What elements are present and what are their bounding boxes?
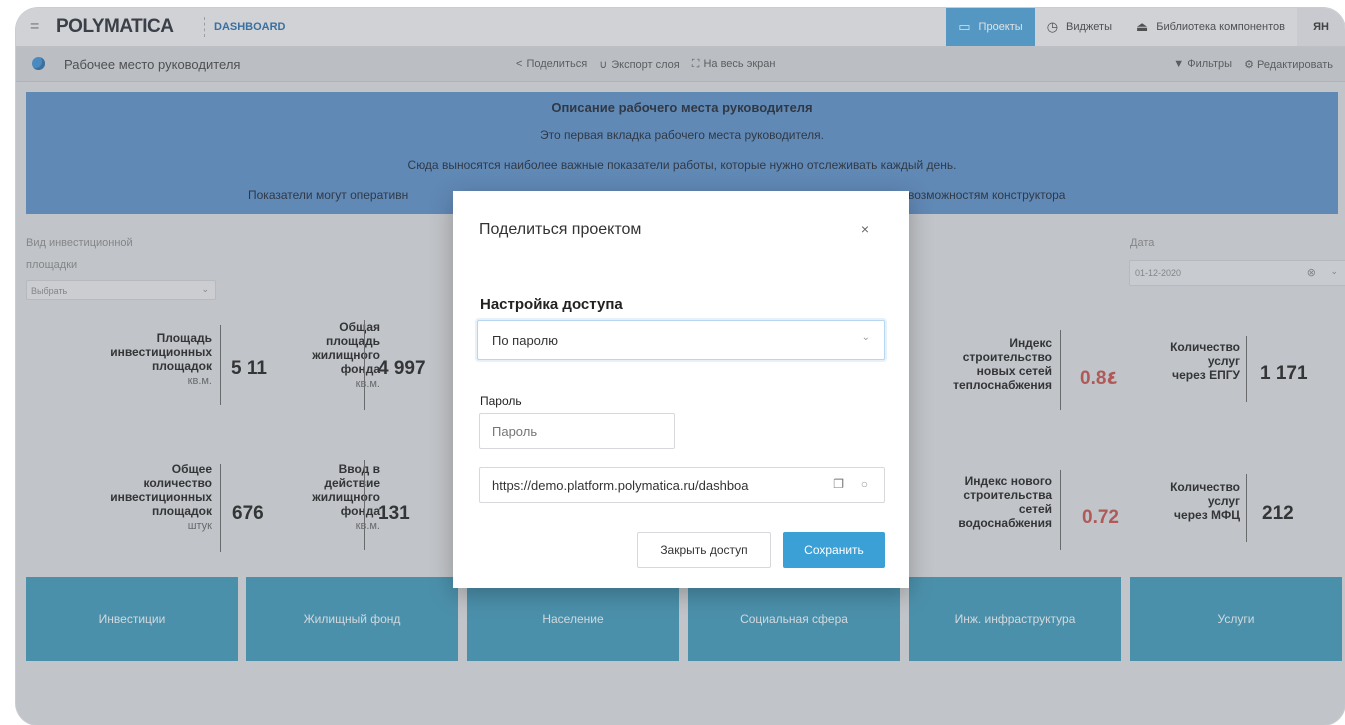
share-project-dialog: Поделиться проектом × Настройка доступа … bbox=[453, 191, 909, 588]
app-window: = POLYMATICA DASHBOARD ▭ Проекты ◷ Видже… bbox=[16, 8, 1345, 725]
copy-icon[interactable]: ❐ bbox=[833, 477, 844, 491]
save-button[interactable]: Сохранить bbox=[783, 532, 885, 568]
refresh-icon[interactable]: ○ bbox=[861, 477, 868, 491]
access-settings-heading: Настройка доступа bbox=[480, 296, 623, 313]
share-link-text: https://demo.platform.polymatica.ru/dash… bbox=[492, 478, 749, 493]
share-link-field[interactable]: https://demo.platform.polymatica.ru/dash… bbox=[479, 467, 885, 503]
password-label: Пароль bbox=[480, 394, 522, 408]
access-mode-value: По паролю bbox=[492, 333, 558, 348]
chevron-down-icon: ⌄ bbox=[861, 332, 870, 343]
close-access-button[interactable]: Закрыть доступ bbox=[637, 532, 771, 568]
close-icon[interactable]: × bbox=[861, 221, 869, 237]
access-mode-select[interactable]: По паролю ⌄ bbox=[477, 320, 885, 360]
password-input[interactable] bbox=[479, 413, 675, 449]
dialog-title: Поделиться проектом bbox=[479, 221, 642, 238]
